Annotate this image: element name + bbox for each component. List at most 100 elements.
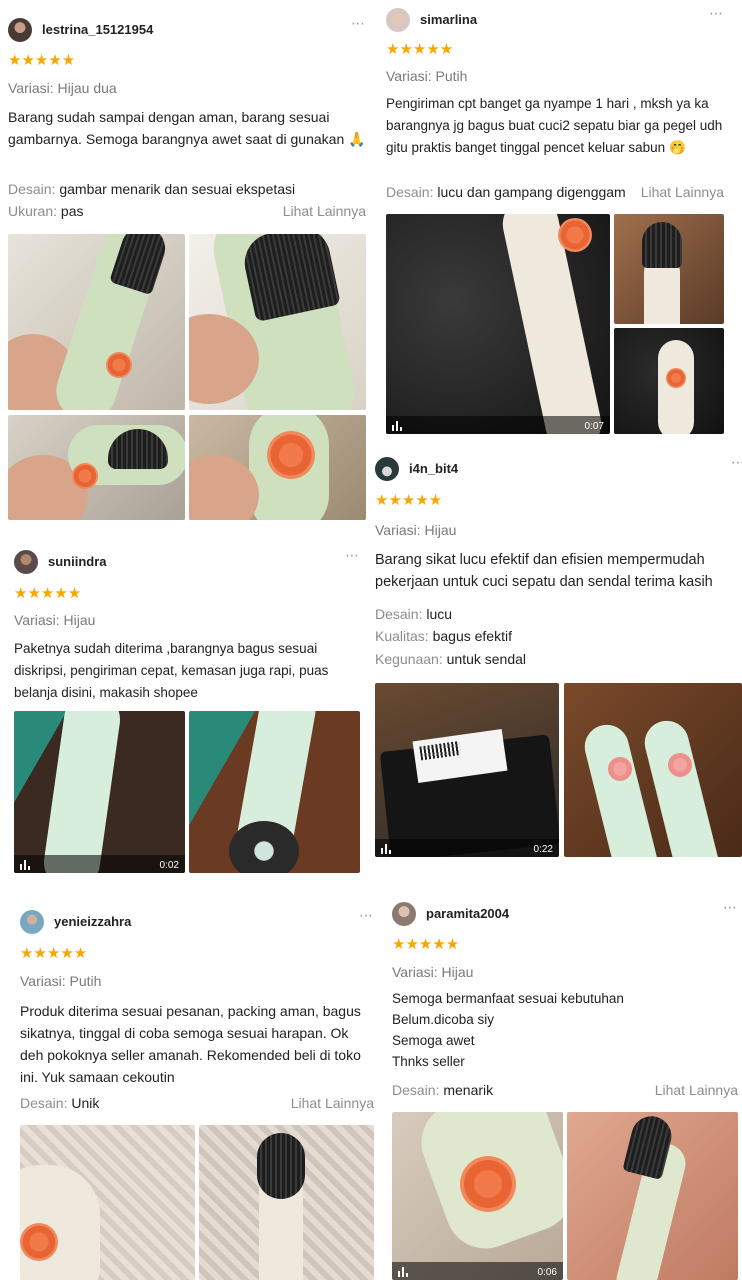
avatar[interactable] bbox=[20, 910, 44, 934]
variant-label: Variasi: Hijau bbox=[392, 964, 474, 980]
brush-handle-image bbox=[640, 716, 724, 857]
username[interactable]: paramita2004 bbox=[426, 906, 509, 921]
attribute-design: Desain: lucu dan gampang digenggam bbox=[386, 184, 626, 200]
review-photo[interactable] bbox=[199, 1125, 374, 1280]
attribute-value: pas bbox=[60, 203, 84, 219]
attribute-key: Desain: bbox=[8, 181, 56, 197]
brush-bristle-image bbox=[257, 1133, 305, 1199]
video-bar: 0:06 bbox=[392, 1262, 563, 1280]
more-options-icon[interactable]: ⋯ bbox=[345, 548, 360, 562]
brush-head-image bbox=[229, 821, 299, 873]
avatar[interactable] bbox=[375, 457, 399, 481]
username[interactable]: i4n_bit4 bbox=[409, 461, 458, 476]
review-photo[interactable] bbox=[564, 683, 742, 857]
attribute-value: lucu bbox=[426, 606, 453, 622]
avatar[interactable] bbox=[392, 902, 416, 926]
more-options-icon[interactable]: ⋯ bbox=[709, 6, 724, 20]
attribute-design: Desain: lucu bbox=[375, 606, 452, 622]
review-text: Semoga bermanfaat sesuai kebutuhan Belum… bbox=[392, 988, 738, 1072]
attribute-value: lucu dan gampang digenggam bbox=[437, 184, 626, 200]
review-photo[interactable] bbox=[8, 415, 185, 520]
attribute-value: gambar menarik dan sesuai ekspetasi bbox=[59, 181, 296, 197]
username[interactable]: lestrina_15121954 bbox=[42, 22, 153, 37]
variant-label: Variasi: Putih bbox=[20, 973, 102, 989]
attribute-key: Desain: bbox=[375, 606, 423, 622]
review-card: lestrina_15121954 ⋯ ★★★★★ Variasi: Hijau… bbox=[8, 16, 366, 520]
review-photo[interactable] bbox=[20, 1125, 195, 1280]
review-text: Produk diterima sesuai pesanan, packing … bbox=[20, 1003, 361, 1085]
review-header: lestrina_15121954 ⋯ bbox=[8, 16, 366, 42]
see-more-link[interactable]: Lihat Lainnya bbox=[291, 1095, 374, 1111]
star-rating: ★★★★★ bbox=[8, 52, 76, 69]
attribute-usage: Kegunaan: untuk sendal bbox=[375, 651, 526, 667]
attribute-value: menarik bbox=[443, 1082, 494, 1098]
review-text: Paketnya sudah diterima ,barangnya bagus… bbox=[14, 641, 329, 700]
star-rating: ★★★★★ bbox=[20, 945, 88, 962]
soap-button-image bbox=[558, 218, 592, 252]
soap-button-image bbox=[666, 368, 686, 388]
more-options-icon[interactable]: ⋯ bbox=[731, 455, 742, 469]
avatar[interactable] bbox=[14, 550, 38, 574]
review-photo[interactable] bbox=[189, 415, 366, 520]
review-video[interactable]: 0:02 bbox=[14, 711, 185, 873]
video-duration: 0:22 bbox=[533, 844, 553, 855]
soap-button-image bbox=[460, 1156, 516, 1212]
review-video[interactable]: 0:22 bbox=[375, 683, 559, 857]
soap-button-image bbox=[608, 757, 632, 781]
soap-button-image bbox=[20, 1223, 58, 1261]
review-card: suniindra ⋯ ★★★★★ Variasi: Hijau Paketny… bbox=[14, 548, 360, 873]
see-more-link[interactable]: Lihat Lainnya bbox=[641, 184, 724, 200]
more-options-icon[interactable]: ⋯ bbox=[359, 908, 374, 922]
soap-button-image bbox=[106, 352, 132, 378]
review-card: yenieizzahra ⋯ ★★★★★ Variasi: Putih Prod… bbox=[20, 908, 374, 1280]
attribute-quality: Kualitas: bagus efektif bbox=[375, 628, 512, 644]
video-bar: 0:02 bbox=[14, 855, 185, 873]
review-card: paramita2004 ⋯ ★★★★★ Variasi: Hijau Semo… bbox=[392, 900, 738, 1280]
review-header: paramita2004 ⋯ bbox=[392, 900, 738, 926]
brush-handle-image bbox=[20, 1165, 100, 1280]
avatar[interactable] bbox=[8, 18, 32, 42]
review-photo[interactable] bbox=[614, 328, 724, 434]
attribute-value: bagus efektif bbox=[432, 628, 512, 644]
variant-label: Variasi: Putih bbox=[386, 68, 468, 84]
more-options-icon[interactable]: ⋯ bbox=[723, 900, 738, 914]
variant-label: Variasi: Hijau bbox=[375, 522, 457, 538]
soap-button-image bbox=[668, 753, 692, 777]
review-header: suniindra ⋯ bbox=[14, 548, 360, 574]
review-line: Thnks seller bbox=[392, 1054, 465, 1069]
review-photo[interactable] bbox=[614, 214, 724, 324]
review-line: Belum.dicoba siy bbox=[392, 1012, 495, 1027]
soap-button-image bbox=[72, 463, 98, 489]
review-video[interactable]: 0:07 bbox=[386, 214, 610, 434]
see-more-link[interactable]: Lihat Lainnya bbox=[283, 203, 366, 219]
video-icon bbox=[392, 421, 404, 431]
username[interactable]: suniindra bbox=[48, 554, 107, 569]
review-video[interactable]: 0:06 bbox=[392, 1112, 563, 1280]
review-photo[interactable] bbox=[8, 234, 185, 410]
more-options-icon[interactable]: ⋯ bbox=[351, 16, 366, 30]
video-icon bbox=[398, 1267, 410, 1277]
attribute-key: Desain: bbox=[386, 184, 434, 200]
review-header: i4n_bit4 ⋯ bbox=[375, 455, 742, 481]
video-duration: 0:07 bbox=[584, 421, 604, 432]
attribute-size: Ukuran: pas bbox=[8, 203, 84, 219]
attribute-key: Kualitas: bbox=[375, 628, 429, 644]
review-photo[interactable] bbox=[567, 1112, 738, 1280]
attribute-design: Desain: menarik bbox=[392, 1082, 493, 1098]
review-text: Barang sikat lucu efektif dan efisien me… bbox=[375, 552, 713, 590]
attribute-key: Desain: bbox=[392, 1082, 440, 1098]
video-bar: 0:07 bbox=[386, 416, 610, 434]
review-header: simarlina ⋯ bbox=[386, 6, 724, 32]
video-icon bbox=[381, 844, 393, 854]
review-line: Semoga awet bbox=[392, 1033, 475, 1048]
review-card: i4n_bit4 ⋯ ★★★★★ Variasi: Hijau Barang s… bbox=[375, 455, 742, 857]
username[interactable]: yenieizzahra bbox=[54, 914, 131, 929]
review-photo[interactable] bbox=[189, 711, 360, 873]
review-text: Barang sudah sampai dengan aman, barang … bbox=[8, 109, 366, 147]
brush-bristle-image bbox=[642, 222, 682, 268]
attribute-key: Desain: bbox=[20, 1095, 68, 1111]
see-more-link[interactable]: Lihat Lainnya bbox=[655, 1082, 738, 1098]
username[interactable]: simarlina bbox=[420, 12, 477, 27]
avatar[interactable] bbox=[386, 8, 410, 32]
review-photo[interactable] bbox=[189, 234, 366, 410]
